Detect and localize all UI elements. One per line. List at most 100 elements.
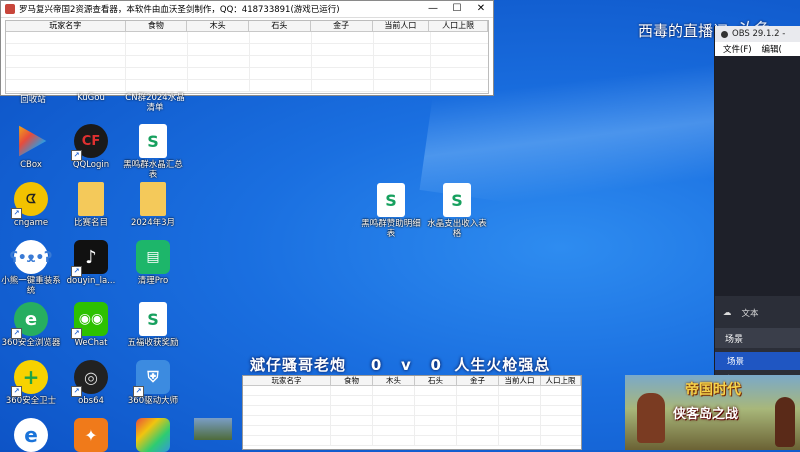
desktop-icon-ie[interactable]: e — [0, 418, 64, 452]
orange-app-icon: ✦ — [74, 418, 108, 452]
cbox-icon — [19, 125, 47, 157]
desktop-icon-recycle-bin[interactable]: 回收站 — [0, 93, 66, 105]
column-header-wood[interactable]: 木头 — [373, 376, 415, 385]
table-row[interactable] — [6, 44, 488, 56]
column-header-population[interactable]: 当前人口 — [373, 21, 430, 31]
obs-menubar: 文件(F) 编辑( — [715, 42, 800, 56]
tiktok-icon: ♪ ↗ — [71, 240, 108, 277]
column-header-player[interactable]: 玩家名字 — [243, 376, 331, 385]
desktop-icon-xiaoxiong-reinstall[interactable]: ʕ•ᴥ•ʔ 小熊一键重装系统 — [0, 240, 64, 296]
menu-edit[interactable]: 编辑( — [762, 43, 782, 55]
pacman-icon: ᗧ ↗ — [11, 182, 48, 219]
column-header-population[interactable]: 当前人口 — [499, 376, 541, 385]
shortcut-arrow-icon: ↗ — [71, 150, 82, 161]
column-header-population-cap[interactable]: 人口上限 — [429, 21, 489, 31]
cloud-icon: ☁ — [723, 308, 732, 318]
colorful-app-icon — [136, 418, 170, 452]
app-icon — [5, 4, 15, 14]
spreadsheet-icon: S — [443, 183, 471, 217]
desktop-icon-cbox[interactable]: CBox — [0, 124, 64, 170]
desktop-icon-crystal-income[interactable]: S 水晶支出收入表格 — [424, 183, 490, 239]
desktop-icon-obs64[interactable]: ◎ ↗ obs64 — [58, 360, 124, 406]
desktop-icon-kugou[interactable]: KuGou — [58, 93, 124, 103]
desktop-icon-360-driver[interactable]: ⛨ ↗ 360驱动大师 — [120, 360, 186, 406]
column-header-stone[interactable]: 石头 — [415, 376, 457, 385]
obs-source-text[interactable]: ☁ 文本 — [715, 304, 800, 322]
obs-scenes-header: 场景 — [715, 328, 800, 348]
warrior-figure-icon — [637, 393, 665, 443]
ad-title: 帝国时代 — [685, 382, 741, 398]
ad-subtitle: 侠客岛之战 — [673, 407, 739, 422]
resource-table-header: 玩家名字 食物 木头 石头 金子 当前人口 人口上限 — [6, 21, 489, 32]
desktop-icon-image-thumb[interactable] — [180, 418, 246, 440]
desktop-icon-cleaner-pro[interactable]: ▤ 清理Pro — [120, 240, 186, 286]
shortcut-arrow-icon: ↗ — [11, 208, 22, 219]
shortcut-arrow-icon: ↗ — [71, 386, 82, 397]
column-header-food[interactable]: 食物 — [126, 21, 188, 31]
left-score: 0 — [370, 356, 383, 374]
shortcut-arrow-icon: ↗ — [11, 386, 22, 397]
desktop-icon-crystal-summary[interactable]: S 黑鸣群水晶汇总表 — [120, 124, 186, 180]
table-row[interactable] — [243, 406, 581, 416]
obs-titlebar[interactable]: OBS 29.1.2 - — [715, 26, 800, 42]
desktop-icon-match-list[interactable]: 比赛名目 — [58, 182, 124, 228]
table-row[interactable] — [6, 80, 488, 92]
menu-file[interactable]: 文件(F) — [723, 43, 752, 55]
desktop-icon-march-2024[interactable]: 2024年3月 — [120, 182, 186, 228]
column-header-wood[interactable]: 木头 — [187, 21, 249, 31]
shortcut-arrow-icon: ↗ — [133, 386, 144, 397]
close-button[interactable]: ✕ — [469, 2, 493, 16]
window-titlebar[interactable]: 罗马复兴帝国2资源查看器，本软件由血沃圣剑制作，QQ：418733891(游戏已… — [1, 1, 493, 18]
column-header-food[interactable]: 食物 — [331, 376, 373, 385]
bear-icon: ʕ•ᴥ•ʔ — [10, 240, 52, 274]
shortcut-arrow-icon: ↗ — [71, 328, 82, 339]
table-row[interactable] — [243, 426, 581, 436]
vs-label: v — [401, 356, 412, 374]
spreadsheet-icon: S — [377, 183, 405, 217]
obs-preview[interactable] — [715, 56, 800, 296]
table-row[interactable] — [6, 68, 488, 80]
table-row[interactable] — [243, 386, 581, 396]
crossfire-icon: CF ↗ — [71, 124, 108, 161]
driver-shield-icon: ⛨ ↗ — [133, 360, 170, 397]
table-row[interactable] — [6, 56, 488, 68]
desktop-icon-cngame[interactable]: ᗧ ↗ cngame — [0, 182, 64, 228]
desktop-icon-cn-crystal-list[interactable]: CN群2024水晶清单 — [122, 93, 188, 113]
column-header-player[interactable]: 玩家名字 — [6, 21, 126, 31]
desktop-icon-wechat[interactable]: ◉◉ ↗ WeChat — [58, 302, 124, 348]
maximize-button[interactable]: ☐ — [445, 2, 469, 16]
minimize-button[interactable]: — — [421, 2, 445, 16]
obs-scene-item[interactable]: 场景 — [715, 352, 800, 370]
browser-e-icon: e ↗ — [11, 302, 48, 339]
table-row[interactable] — [6, 32, 488, 44]
spreadsheet-icon: S — [139, 124, 167, 158]
table-row[interactable] — [243, 436, 581, 446]
scoreboard: 斌仔骚哥老炮 0 v 0 人生火枪强总 — [250, 354, 550, 375]
right-score: 0 — [430, 356, 442, 374]
table-row[interactable] — [243, 416, 581, 426]
column-header-gold[interactable]: 金子 — [457, 376, 499, 385]
table-row[interactable] — [243, 396, 581, 406]
right-player-name: 人生火枪强总 — [454, 356, 551, 374]
warrior-figure-icon — [775, 397, 795, 447]
resource-table: 玩家名字 食物 木头 石头 金子 当前人口 人口上限 — [5, 20, 489, 94]
obs-window[interactable]: OBS 29.1.2 - 文件(F) 编辑( ☁ 文本 场景 场景 场景 2 — [714, 26, 800, 385]
folder-icon — [140, 182, 166, 216]
desktop-icon-orange-app[interactable]: ✦ — [58, 418, 124, 452]
desktop-icon-colorful-app[interactable] — [120, 418, 186, 452]
column-header-stone[interactable]: 石头 — [249, 21, 311, 31]
desktop-icon-wufu-reward[interactable]: S 五福收获奖励 — [120, 302, 186, 348]
obs-title: OBS 29.1.2 - — [732, 29, 786, 39]
shortcut-arrow-icon: ↗ — [11, 328, 22, 339]
game-advertisement[interactable]: 帝国时代 侠客岛之战 — [625, 375, 800, 450]
desktop-icon-sponsor-detail[interactable]: S 黑鸣群赞助明细表 — [358, 183, 424, 239]
desktop-icon-qqlogin[interactable]: CF ↗ QQLogin — [58, 124, 124, 170]
desktop-icon-360-security[interactable]: + ↗ 360安全卫士 — [0, 360, 64, 406]
shortcut-arrow-icon: ↗ — [71, 266, 82, 277]
desktop-icon-360-browser[interactable]: e ↗ 360安全浏览器 — [0, 302, 64, 348]
resource-viewer-window[interactable]: 罗马复兴帝国2资源查看器，本软件由血沃圣剑制作，QQ：418733891(游戏已… — [0, 0, 494, 96]
column-header-population-cap[interactable]: 人口上限 — [541, 376, 581, 385]
column-header-gold[interactable]: 金子 — [311, 21, 373, 31]
obs-icon: ◎ ↗ — [71, 360, 108, 397]
desktop-icon-douyin[interactable]: ♪ ↗ douyin_la... — [58, 240, 124, 286]
